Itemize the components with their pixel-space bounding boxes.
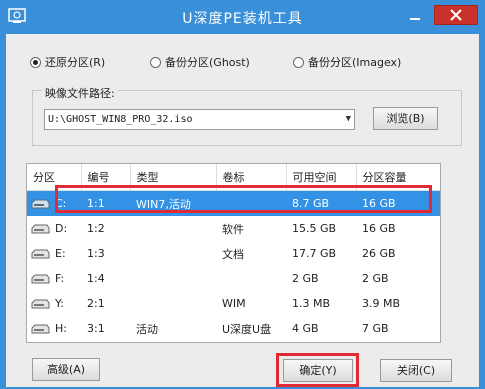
partition-type xyxy=(130,216,216,241)
usb-drive-icon xyxy=(31,324,50,335)
drive-icon xyxy=(31,299,50,310)
partition-label: 文档 xyxy=(222,247,244,261)
title-bar[interactable]: U深度PE装机工具 xyxy=(0,0,485,34)
drive-letter: F: xyxy=(55,272,65,285)
table-row[interactable]: Y: 2:1 WIM 1.3 MB 3.9 MB xyxy=(27,291,440,316)
drive-icon xyxy=(31,224,50,235)
radio-indicator[interactable] xyxy=(30,56,41,68)
partition-free: 4 GB xyxy=(292,322,319,335)
partition-type xyxy=(130,291,216,316)
browse-button[interactable]: 浏览(B) xyxy=(373,107,438,130)
radio-label: 还原分区(R) xyxy=(45,56,106,69)
partition-number: 3:1 xyxy=(87,322,105,335)
radio-indicator[interactable] xyxy=(293,56,304,68)
selection-highlight-annotation xyxy=(55,185,432,213)
partition-rows: C: 1:1 WIN7,活动 8.7 GB 16 GB D: 1:2 软件 15… xyxy=(27,190,440,342)
radio-restore[interactable]: 还原分区(R) xyxy=(30,54,105,70)
radio-backup-ghost[interactable]: 备份分区(Ghost) xyxy=(150,54,250,70)
installer-window: U深度PE装机工具 还原分区(R) 备份分区(Ghost) 备份分区(Image… xyxy=(0,0,485,389)
advanced-button[interactable]: 高级(A) xyxy=(32,358,100,381)
close-icon xyxy=(450,9,462,21)
drive-icon xyxy=(31,249,50,260)
drive-letter: D: xyxy=(55,222,68,235)
drive-icon xyxy=(31,199,50,210)
minimize-button[interactable] xyxy=(404,7,426,25)
table-row[interactable]: D: 1:2 软件 15.5 GB 16 GB xyxy=(27,216,440,241)
table-row[interactable]: E: 1:3 文档 17.7 GB 26 GB xyxy=(27,241,440,266)
partition-label xyxy=(216,266,286,291)
table-row[interactable]: F: 1:4 2 GB 2 GB xyxy=(27,266,440,291)
radio-label: 备份分区(Imagex) xyxy=(308,56,402,69)
radio-label: 备份分区(Ghost) xyxy=(165,56,250,69)
partition-type xyxy=(130,241,216,266)
partition-size: 2 GB xyxy=(362,272,389,285)
image-path-label: 映像文件路径: xyxy=(42,85,118,101)
table-row[interactable]: H: 3:1 活动 U深度U盘 4 GB 7 GB xyxy=(27,316,440,341)
ok-highlight-annotation xyxy=(276,353,359,387)
partition-free: 15.5 GB xyxy=(292,222,337,235)
drive-letter: Y: xyxy=(55,297,64,310)
drive-letter: H: xyxy=(55,322,67,335)
image-path-select[interactable]: U:\GHOST_WIN8_PRO_32.iso ▼ xyxy=(44,109,355,130)
partition-number: 1:3 xyxy=(87,247,105,260)
partition-number: 1:4 xyxy=(87,272,105,285)
minimize-icon xyxy=(410,18,420,20)
window-close-button[interactable] xyxy=(434,5,478,25)
partition-number: 2:1 xyxy=(87,297,105,310)
partition-free: 1.3 MB xyxy=(292,297,331,310)
image-path-value: U:\GHOST_WIN8_PRO_32.iso xyxy=(48,114,193,125)
partition-number: 1:2 xyxy=(87,222,105,235)
partition-label: WIM xyxy=(222,297,246,310)
partition-free: 17.7 GB xyxy=(292,247,337,260)
partition-size: 3.9 MB xyxy=(362,297,401,310)
radio-indicator[interactable] xyxy=(150,56,161,68)
partition-size: 16 GB xyxy=(362,222,396,235)
partition-label: 软件 xyxy=(222,222,244,236)
chevron-down-icon[interactable]: ▼ xyxy=(346,110,351,129)
partition-type xyxy=(130,266,216,291)
radio-backup-imagex[interactable]: 备份分区(Imagex) xyxy=(293,54,401,70)
partition-size: 26 GB xyxy=(362,247,396,260)
partition-label: U深度U盘 xyxy=(222,322,272,336)
close-button[interactable]: 关闭(C) xyxy=(380,359,452,382)
partition-size: 7 GB xyxy=(362,322,389,335)
partition-free: 2 GB xyxy=(292,272,319,285)
drive-letter: E: xyxy=(55,247,66,260)
drive-icon xyxy=(31,274,50,285)
partition-type: 活动 xyxy=(136,322,158,336)
